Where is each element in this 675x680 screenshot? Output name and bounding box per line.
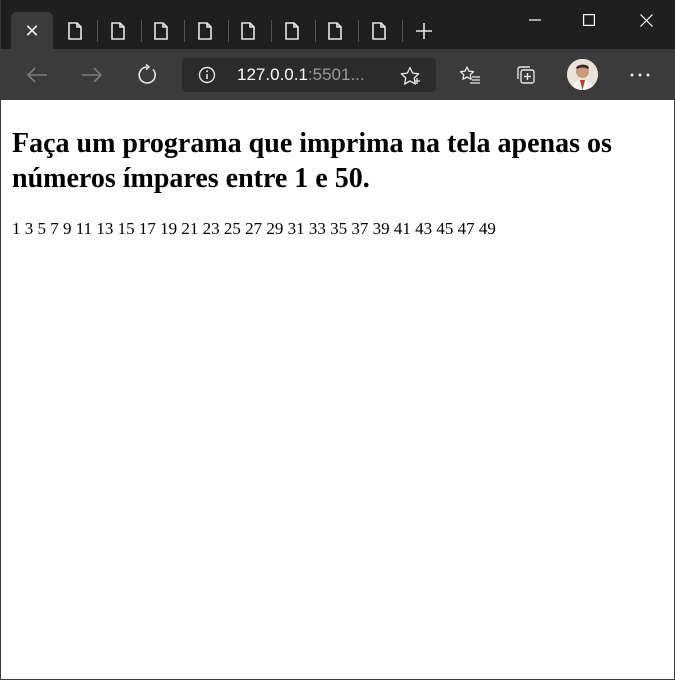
refresh-button[interactable]: [129, 57, 165, 93]
maximize-icon: [583, 14, 595, 26]
avatar-image: [567, 59, 598, 90]
forward-button[interactable]: [74, 57, 110, 93]
browser-window: ✕ 127.0.0.1:5501... Faça um programa que…: [0, 0, 675, 680]
tab-page[interactable]: [183, 14, 226, 48]
tab-page[interactable]: [270, 14, 313, 48]
star-icon[interactable]: [399, 65, 421, 87]
tab-separator: [402, 20, 403, 42]
new-tab-button[interactable]: [409, 14, 439, 48]
favorites-list-icon: [459, 66, 480, 84]
url-rest: :5501...: [307, 65, 365, 84]
page-content: Faça um programa que imprima na tela ape…: [1, 100, 674, 678]
page-icon: [67, 22, 82, 40]
tab-page[interactable]: [226, 14, 269, 48]
page-icon: [371, 22, 386, 40]
close-icon: [639, 13, 653, 27]
tab-page[interactable]: [96, 14, 139, 48]
minimize-button[interactable]: [507, 0, 563, 40]
page-icon: [284, 22, 299, 40]
profile-avatar[interactable]: [567, 59, 598, 90]
tab-page[interactable]: [139, 14, 182, 48]
more-horizontal-icon: [630, 73, 650, 77]
page-icon: [153, 22, 168, 40]
collections-icon: [517, 66, 535, 84]
tab-strip: ✕: [1, 0, 675, 49]
page-heading: Faça um programa que imprima na tela ape…: [12, 128, 612, 194]
info-icon[interactable]: [198, 66, 216, 84]
favorites-button[interactable]: [452, 57, 488, 93]
tab-page[interactable]: [313, 14, 356, 48]
settings-more-button[interactable]: [622, 57, 658, 93]
arrow-right-icon: [82, 67, 103, 83]
page-icon: [197, 22, 212, 40]
collections-button[interactable]: [508, 57, 544, 93]
url-host: 127.0.0.1: [237, 65, 308, 84]
active-tab[interactable]: ✕: [11, 12, 53, 49]
page-icon: [240, 22, 255, 40]
browser-toolbar: 127.0.0.1:5501...: [1, 49, 675, 100]
plus-icon: [416, 23, 432, 39]
back-button[interactable]: [19, 57, 55, 93]
close-window-button[interactable]: [618, 0, 674, 40]
refresh-icon: [138, 64, 156, 84]
maximize-button[interactable]: [561, 0, 617, 40]
tab-page[interactable]: [357, 14, 400, 48]
address-bar[interactable]: 127.0.0.1:5501...: [182, 58, 436, 92]
page-icon: [327, 22, 342, 40]
page-icon: [110, 22, 125, 40]
url-text[interactable]: 127.0.0.1:5501...: [237, 66, 365, 84]
arrow-left-icon: [26, 67, 47, 83]
tab-page[interactable]: [53, 14, 96, 48]
odd-numbers-output: 1 3 5 7 9 11 13 15 17 19 21 23 25 27 29 …: [12, 219, 496, 238]
tab-close-icon[interactable]: ✕: [24, 22, 39, 40]
minimize-icon: [529, 19, 541, 21]
